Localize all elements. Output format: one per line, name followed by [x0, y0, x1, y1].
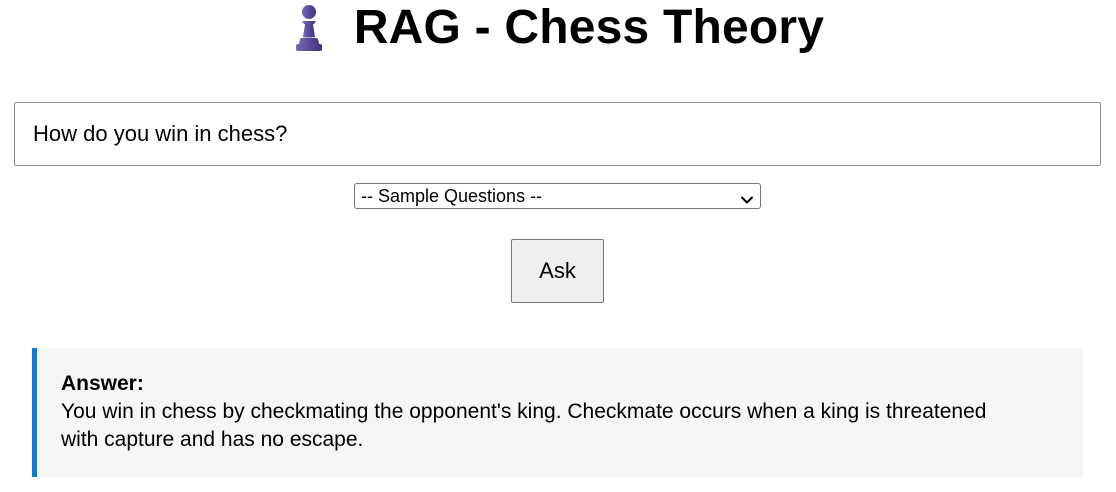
ask-button[interactable]: Ask [511, 239, 604, 303]
sample-questions-select[interactable]: -- Sample Questions -- [354, 183, 761, 209]
page-title: RAG - Chess Theory [353, 1, 825, 54]
page: RAG - Chess Theory -- Sample Questions -… [0, 0, 1116, 492]
answer-panel: Answer: You win in chess by checkmating … [32, 348, 1083, 477]
chevron-down-icon [740, 189, 754, 204]
answer-text: You win in chess by checkmating the oppo… [61, 400, 987, 451]
sample-questions-selected: -- Sample Questions -- [361, 186, 543, 206]
chess-pawn-icon [292, 3, 326, 53]
answer-heading: Answer: [61, 372, 144, 395]
ask-button-label: Ask [539, 258, 576, 283]
question-input[interactable] [14, 102, 1101, 166]
page-header: RAG - Chess Theory [0, 0, 1116, 56]
